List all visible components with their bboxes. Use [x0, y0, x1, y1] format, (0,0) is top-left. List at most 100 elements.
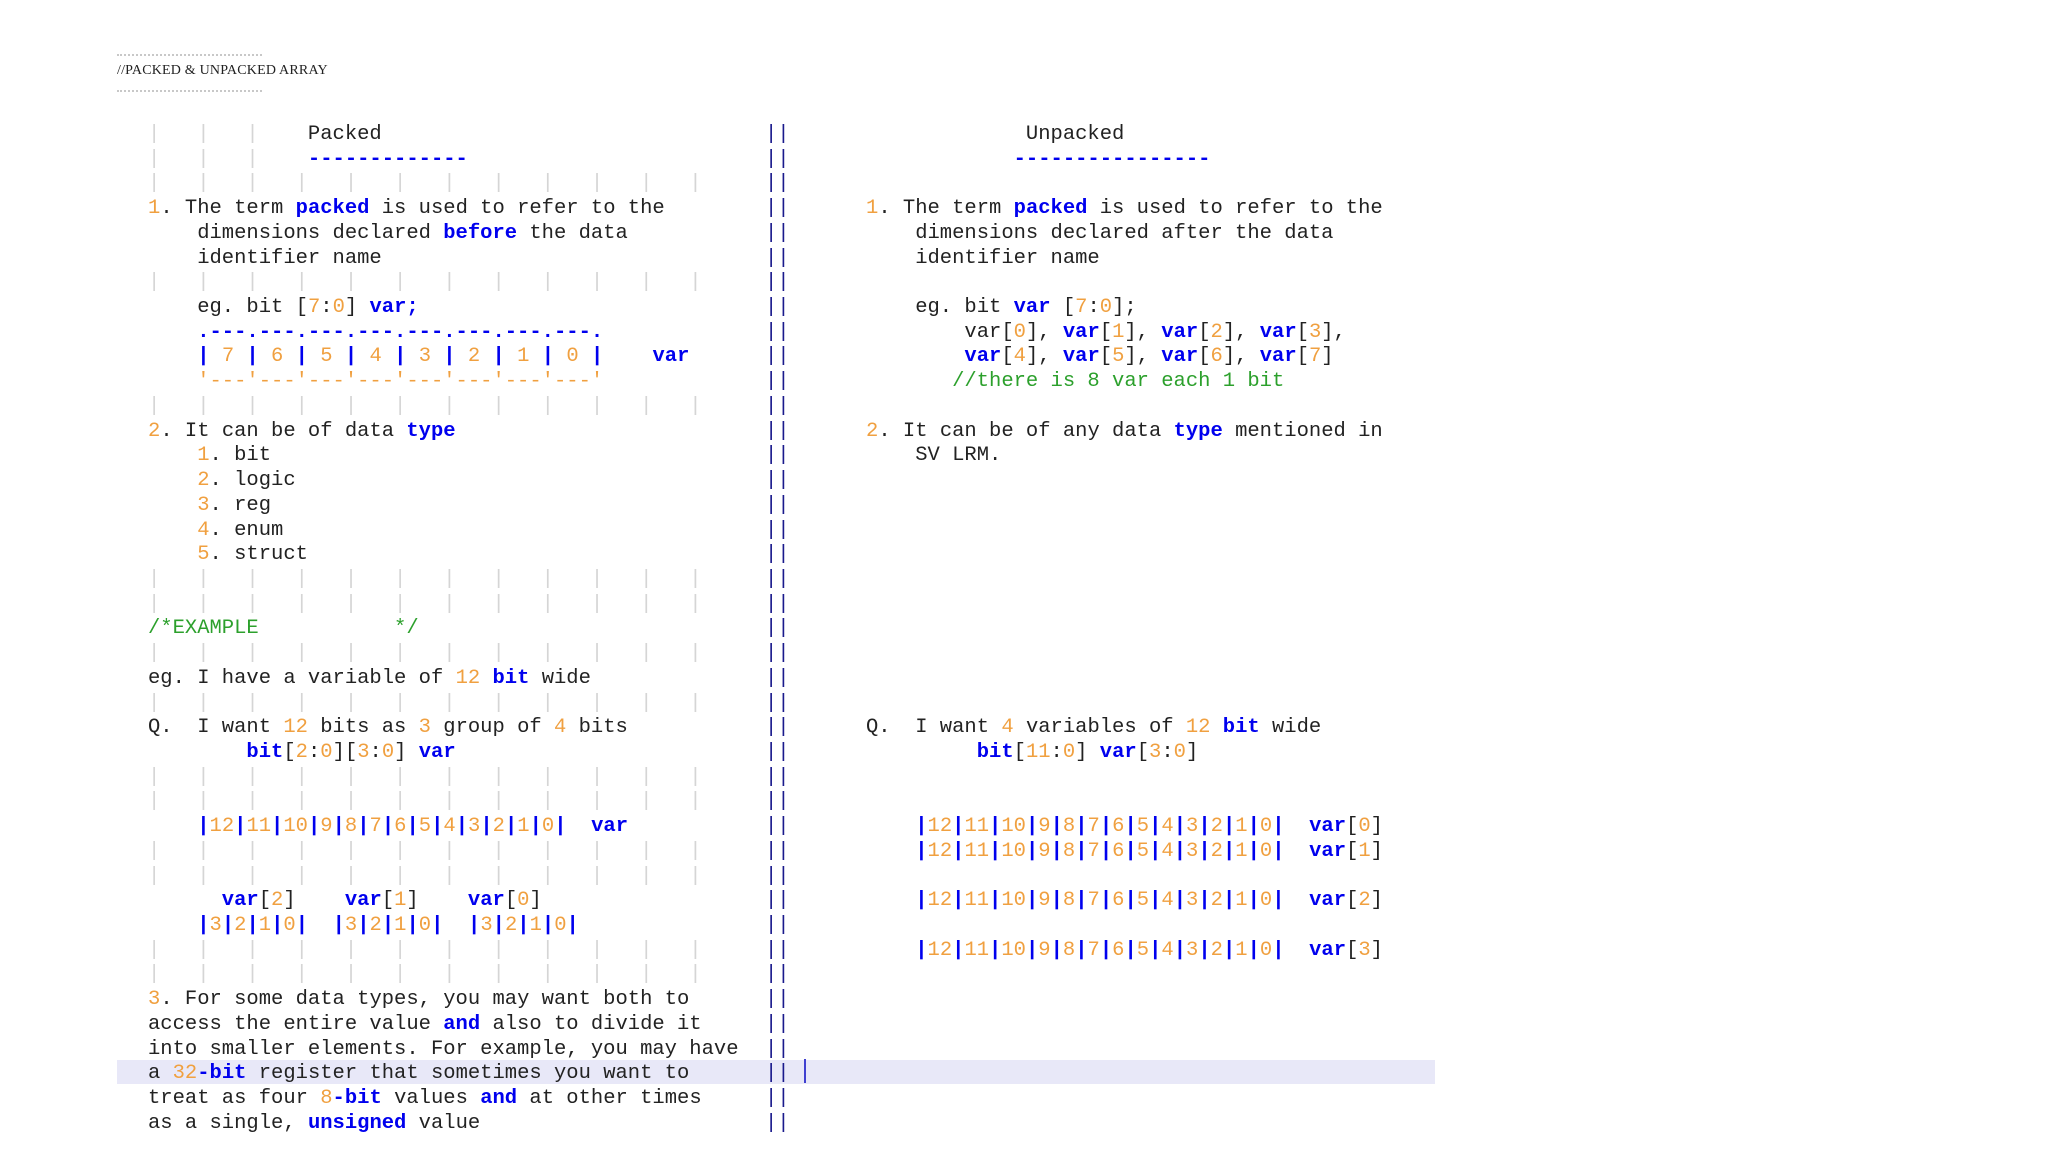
- code-keyword: |: [1247, 938, 1260, 962]
- code-text: group of: [430, 716, 554, 740]
- code-line-left[interactable]: | | | | | | | | | | | |: [148, 790, 702, 815]
- code-line-left[interactable]: | | | | | | | | | | | |: [148, 568, 702, 593]
- code-keyword: |: [246, 914, 259, 938]
- code-line-left[interactable]: eg. bit [7:0] var;: [148, 296, 419, 321]
- code-line-left[interactable]: bit[2:0][3:0] var: [148, 741, 455, 766]
- code-line-left[interactable]: 1. bit: [148, 444, 271, 469]
- code-line-right[interactable]: |12|11|10|9|8|7|6|5|4|3|2|1|0| var[2]: [866, 889, 1383, 914]
- code-line-left[interactable]: | | | | | | | | | | | |: [148, 642, 702, 667]
- code-line-right[interactable]: |12|11|10|9|8|7|6|5|4|3|2|1|0| var[3]: [866, 939, 1383, 964]
- code-number: 5: [1136, 839, 1150, 863]
- code-keyword: |: [1025, 938, 1039, 962]
- code-keyword: |: [517, 914, 530, 938]
- code-line-left[interactable]: | | | -------------: [148, 148, 468, 173]
- code-line-left[interactable]: 5. struct: [148, 543, 308, 568]
- code-keyword: var: [344, 889, 382, 913]
- code-keyword: type: [1173, 419, 1223, 443]
- code-number: 1: [1235, 938, 1248, 962]
- code-line-left[interactable]: |3|2|1|0| |3|2|1|0| |3|2|1|0|: [148, 914, 579, 939]
- column-separator: ||: [765, 320, 790, 344]
- code-line-left[interactable]: 1. The term packed is used to refer to t…: [148, 197, 665, 222]
- code-keyword: packed: [295, 197, 370, 221]
- code-keyword: |: [1222, 839, 1236, 863]
- code-line-left[interactable]: access the entire value and also to divi…: [148, 1013, 702, 1038]
- code-line-right[interactable]: Q. I want 4 variables of 12 bit wide: [866, 716, 1321, 741]
- code-text: eg. I have a variable of: [148, 666, 456, 690]
- code-line-left[interactable]: eg. I have a variable of 12 bit wide: [148, 667, 591, 692]
- code-line-left[interactable]: a 32-bit register that sometimes you wan…: [148, 1062, 689, 1087]
- code-line-left[interactable]: identifier name: [148, 247, 382, 272]
- code-line-left[interactable]: | | | | | | | | | | | |: [148, 692, 702, 717]
- code-line-left[interactable]: 4. enum: [148, 519, 283, 544]
- code-text: [: [1099, 320, 1113, 344]
- code-keyword: |: [1198, 815, 1211, 839]
- code-number: 9: [1038, 839, 1051, 863]
- code-line-left[interactable]: 3. reg: [148, 494, 271, 519]
- code-line-left[interactable]: |12|11|10|9|8|7|6|5|4|3|2|1|0| var: [148, 815, 628, 840]
- code-line-left[interactable]: var[2] var[1] var[0]: [148, 889, 542, 914]
- code-line-left[interactable]: | | | | | | | | | | | |: [148, 395, 702, 420]
- code-line-right[interactable]: bit[11:0] var[3:0]: [866, 741, 1199, 766]
- column-separator: ||: [765, 469, 790, 493]
- code-number: 1: [517, 815, 530, 839]
- code-number: 1: [529, 914, 542, 938]
- code-text: the data: [517, 221, 628, 245]
- code-line-left[interactable]: | | | | | | | | | | | |: [148, 172, 702, 197]
- code-line-left[interactable]: .---.---.---.---.---.---.---.---.: [148, 321, 603, 346]
- indent-guide: | | | | | | | | | | | |: [148, 864, 702, 888]
- code-line-left[interactable]: | | | | | | | | | | | |: [148, 593, 702, 618]
- code-number: 3: [148, 988, 161, 1012]
- code-text: . enum: [209, 518, 284, 542]
- code-line-left[interactable]: Q. I want 12 bits as 3 group of 4 bits: [148, 716, 628, 741]
- code-editor[interactable]: | | | Packed Unpacked || | | | -----------…: [0, 0, 2048, 1151]
- code-line-left[interactable]: | | | | | | | | | | | |: [148, 766, 702, 791]
- code-keyword: |: [1198, 889, 1211, 913]
- code-text: treat as four: [148, 1087, 321, 1111]
- code-keyword: bit: [866, 741, 1014, 764]
- code-line-left[interactable]: 2. It can be of data type: [148, 420, 456, 445]
- indent-guide: | | | | | | | | | | | |: [148, 394, 702, 418]
- code-line-right[interactable]: SV LRM.: [866, 444, 1001, 469]
- code-number: 2: [1210, 815, 1223, 839]
- code-text: ]: [394, 741, 419, 764]
- code-keyword: |: [952, 938, 965, 962]
- code-line-right[interactable]: 1. The term packed is used to refer to t…: [866, 197, 1383, 222]
- code-number: 7: [221, 345, 235, 369]
- code-line-right[interactable]: ----------------: [866, 148, 1211, 173]
- code-line-left[interactable]: treat as four 8-bit values and at other …: [148, 1087, 702, 1112]
- code-line-right[interactable]: |12|11|10|9|8|7|6|5|4|3|2|1|0| var[0]: [866, 815, 1383, 840]
- code-text: ]: [1370, 839, 1383, 863]
- code-line-right[interactable]: var[0], var[1], var[2], var[3],: [866, 320, 1345, 346]
- code-number: 1: [394, 889, 407, 913]
- code-line-left[interactable]: '---'---'---'---'---'---'---'---': [148, 370, 603, 395]
- column-separator: ||: [765, 741, 790, 764]
- code-line-left[interactable]: | | | | | | | | | | | |: [148, 271, 702, 296]
- code-number: 1: [1358, 839, 1371, 863]
- code-line-left[interactable]: | | | Packed: [148, 123, 382, 148]
- code-line-left[interactable]: as a single, unsigned value: [148, 1112, 480, 1137]
- code-number: 5: [320, 345, 333, 369]
- code-line-left[interactable]: | | | | | | | | | | | |: [148, 840, 702, 865]
- code-line-left[interactable]: dimensions declared before the data: [148, 222, 628, 247]
- code-line-left[interactable]: /*EXAMPLE */: [148, 617, 419, 642]
- code-text: :: [1087, 296, 1100, 320]
- code-line-right[interactable]: Unpacked: [866, 123, 1124, 148]
- code-line-left[interactable]: | | | | | | | | | | | |: [148, 963, 702, 988]
- code-line-right[interactable]: dimensions declared after the data: [866, 222, 1333, 247]
- code-line-left[interactable]: 3. For some data types, you may want bot…: [148, 988, 689, 1013]
- code-number: 2: [1358, 889, 1371, 913]
- code-line-left[interactable]: | | | | | | | | | | | |: [148, 865, 702, 890]
- code-line-right[interactable]: identifier name: [866, 247, 1100, 272]
- code-line-left[interactable]: | 7 | 6 | 5 | 4 | 3 | 2 | 1 | 0 | var: [148, 345, 689, 370]
- code-line-left[interactable]: 2. logic: [148, 469, 295, 494]
- code-keyword: |: [1149, 889, 1162, 913]
- code-line-left[interactable]: | | | | | | | | | | | |: [148, 939, 702, 964]
- code-line-right[interactable]: |12|11|10|9|8|7|6|5|4|3|2|1|0| var[1]: [866, 840, 1383, 865]
- code-line-right[interactable]: 2. It can be of any data type mentioned …: [866, 420, 1383, 445]
- code-line-right[interactable]: var[4], var[5], var[6], var[7]: [866, 345, 1333, 370]
- code-line-left[interactable]: into smaller elements. For example, you …: [148, 1038, 739, 1063]
- code-text: identifier name: [148, 246, 382, 270]
- column-separator: ||: [765, 617, 790, 641]
- code-line-right[interactable]: //there is 8 var each 1 bit: [866, 370, 1284, 395]
- code-line-right[interactable]: eg. bit var [7:0];: [866, 296, 1136, 321]
